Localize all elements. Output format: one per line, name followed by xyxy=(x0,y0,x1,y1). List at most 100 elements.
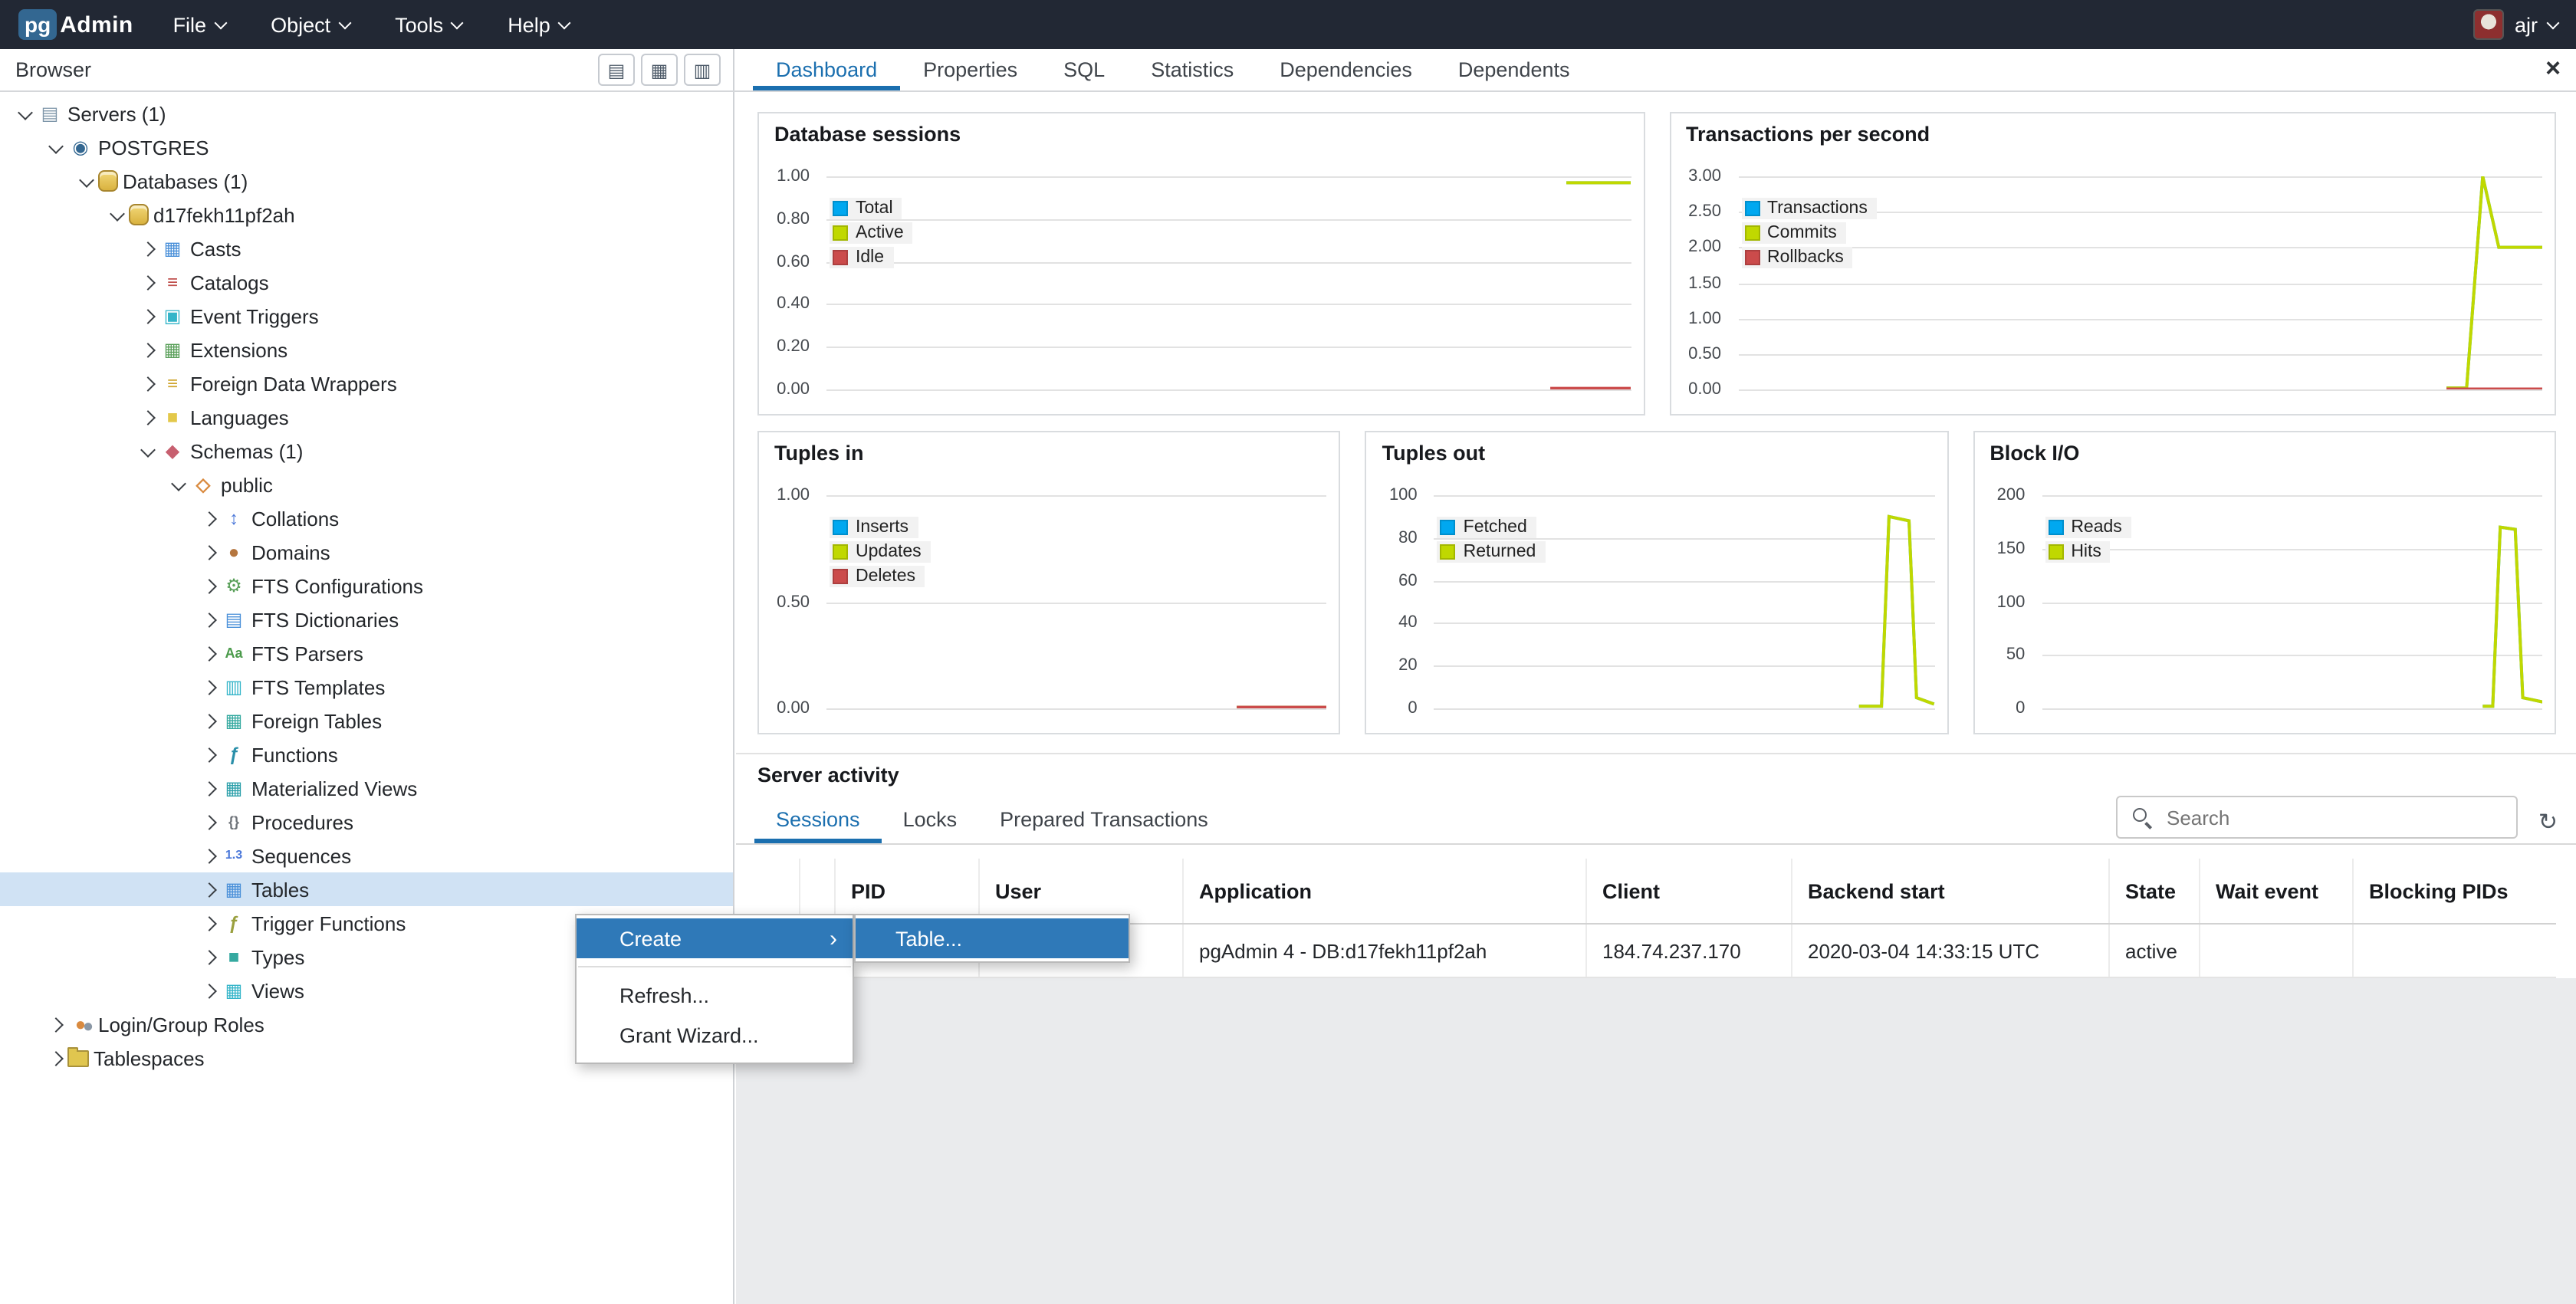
gridline xyxy=(1434,708,1935,710)
column-header-backend-start[interactable]: Backend start xyxy=(1792,859,2110,923)
menu-item-grant-wizard[interactable]: Grant Wizard... xyxy=(577,1015,853,1055)
chevron-right-icon[interactable] xyxy=(196,715,221,726)
column-header-client[interactable]: Client xyxy=(1587,859,1792,923)
tree-item-collations[interactable]: Collations xyxy=(0,501,733,535)
avatar xyxy=(2473,9,2504,40)
chevron-down-icon[interactable] xyxy=(104,211,129,218)
menu-help[interactable]: Help xyxy=(508,13,569,36)
tree-item-fts-parsers[interactable]: FTS Parsers xyxy=(0,636,733,670)
menu-tools[interactable]: Tools xyxy=(395,13,462,36)
chevron-right-icon[interactable] xyxy=(135,277,159,287)
column-header-wait-event[interactable]: Wait event xyxy=(2200,859,2354,923)
refresh-icon[interactable]: ↻ xyxy=(2538,811,2558,834)
chevron-right-icon[interactable] xyxy=(196,682,221,692)
chevron-right-icon[interactable] xyxy=(135,378,159,389)
tree-item-domains[interactable]: Domains xyxy=(0,535,733,569)
chevron-right-icon[interactable] xyxy=(196,513,221,524)
search-input[interactable] xyxy=(2118,797,2516,837)
tree-item-postgres[interactable]: POSTGRES xyxy=(0,130,733,164)
series-line-fetched xyxy=(1859,517,1934,706)
chevron-right-icon[interactable] xyxy=(196,749,221,760)
tab-dependents[interactable]: Dependents xyxy=(1435,49,1593,90)
tree-item-databases-1[interactable]: Databases (1) xyxy=(0,164,733,198)
legend-swatch xyxy=(1441,544,1456,560)
tree-item-label: Views xyxy=(251,979,304,1002)
fts-configurations-icon xyxy=(221,573,247,598)
chevron-right-icon[interactable] xyxy=(196,918,221,928)
chevron-down-icon[interactable] xyxy=(74,177,98,185)
tree-item-procedures[interactable]: Procedures xyxy=(0,805,733,839)
column-header-state[interactable]: State xyxy=(2110,859,2200,923)
chevron-right-icon[interactable] xyxy=(196,547,221,557)
tree-item-tables[interactable]: Tables xyxy=(0,872,733,906)
tree-item-label: Functions xyxy=(251,743,338,766)
chevron-right-icon[interactable] xyxy=(135,310,159,321)
tree-item-schemas-1[interactable]: Schemas (1) xyxy=(0,434,733,468)
menu-separator xyxy=(578,966,851,967)
tab-dashboard[interactable]: Dashboard xyxy=(753,49,900,90)
pgadmin-logo[interactable]: pg Admin xyxy=(18,9,133,40)
y-axis: 1.000.800.600.400.200.00 xyxy=(759,176,817,389)
chevron-right-icon[interactable] xyxy=(135,243,159,254)
tree-item-catalogs[interactable]: Catalogs xyxy=(0,265,733,299)
chevron-right-icon[interactable] xyxy=(196,816,221,827)
activity-tab-locks[interactable]: Locks xyxy=(882,794,979,843)
menu-object[interactable]: Object xyxy=(271,13,349,36)
chevron-right-icon[interactable] xyxy=(43,1053,67,1063)
cell-client: 184.74.237.170 xyxy=(1587,925,1792,977)
chevron-right-icon[interactable] xyxy=(43,1019,67,1030)
menu-item-create[interactable]: Create › xyxy=(577,918,853,958)
column-header-blocking-pids[interactable]: Blocking PIDs xyxy=(2354,859,2556,923)
browser-tool-filter-view-icon[interactable]: ▥ xyxy=(684,54,721,86)
tab-dependencies[interactable]: Dependencies xyxy=(1257,49,1435,90)
chevron-right-icon[interactable] xyxy=(196,951,221,962)
tree-item-functions[interactable]: Functions xyxy=(0,737,733,771)
tree-item-label: Databases (1) xyxy=(123,169,248,192)
tree-item-servers-1[interactable]: Servers (1) xyxy=(0,97,733,130)
tree-item-sequences[interactable]: Sequences xyxy=(0,839,733,872)
chevron-right-icon[interactable] xyxy=(196,850,221,861)
tree-item-foreign-data-wrappers[interactable]: Foreign Data Wrappers xyxy=(0,366,733,400)
close-panel-icon[interactable]: × xyxy=(2545,55,2561,81)
chevron-right-icon[interactable] xyxy=(135,344,159,355)
browser-tool-server-tree-icon[interactable]: ▤ xyxy=(598,54,635,86)
tree-item-casts[interactable]: Casts xyxy=(0,232,733,265)
tree-item-d17fekh11pf2ah[interactable]: d17fekh11pf2ah xyxy=(0,198,733,232)
tab-sql[interactable]: SQL xyxy=(1040,49,1128,90)
browser-tool-grid-view-icon[interactable]: ▦ xyxy=(641,54,678,86)
tree-item-fts-templates[interactable]: FTS Templates xyxy=(0,670,733,704)
tree-item-fts-dictionaries[interactable]: FTS Dictionaries xyxy=(0,603,733,636)
legend-swatch xyxy=(833,250,848,265)
column-header-application[interactable]: Application xyxy=(1184,859,1587,923)
tree-item-languages[interactable]: Languages xyxy=(0,400,733,434)
y-axis-tick: 0.60 xyxy=(777,252,810,271)
chevron-down-icon[interactable] xyxy=(43,143,67,151)
chevron-right-icon[interactable] xyxy=(196,884,221,895)
y-axis-tick: 100 xyxy=(1997,593,2026,611)
chevron-right-icon[interactable] xyxy=(196,580,221,591)
activity-tab-sessions[interactable]: Sessions xyxy=(754,794,882,843)
activity-tab-prepared-transactions[interactable]: Prepared Transactions xyxy=(978,794,1230,843)
chevron-down-icon[interactable] xyxy=(12,110,37,117)
menu-file[interactable]: File xyxy=(173,13,225,36)
tree-item-extensions[interactable]: Extensions xyxy=(0,333,733,366)
tree-item-event-triggers[interactable]: Event Triggers xyxy=(0,299,733,333)
tree-item-materialized-views[interactable]: Materialized Views xyxy=(0,771,733,805)
tree-item-fts-configurations[interactable]: FTS Configurations xyxy=(0,569,733,603)
chevron-right-icon[interactable] xyxy=(196,985,221,996)
menu-item-refresh[interactable]: Refresh... xyxy=(577,975,853,1015)
chevron-right-icon[interactable] xyxy=(196,648,221,659)
chevron-down-icon[interactable] xyxy=(166,481,190,488)
user-menu[interactable]: ajr xyxy=(2473,9,2558,40)
chevron-down-icon[interactable] xyxy=(135,447,159,455)
menu-item-table[interactable]: Table... xyxy=(856,918,1129,958)
chevron-right-icon[interactable] xyxy=(135,412,159,422)
chevron-right-icon[interactable] xyxy=(196,614,221,625)
tab-statistics[interactable]: Statistics xyxy=(1128,49,1257,90)
tree-item-label: Foreign Data Wrappers xyxy=(190,372,397,395)
tab-properties[interactable]: Properties xyxy=(900,49,1040,90)
tree-item-public[interactable]: public xyxy=(0,468,733,501)
casts-icon xyxy=(159,236,186,261)
chevron-right-icon[interactable] xyxy=(196,783,221,793)
tree-item-foreign-tables[interactable]: Foreign Tables xyxy=(0,704,733,737)
